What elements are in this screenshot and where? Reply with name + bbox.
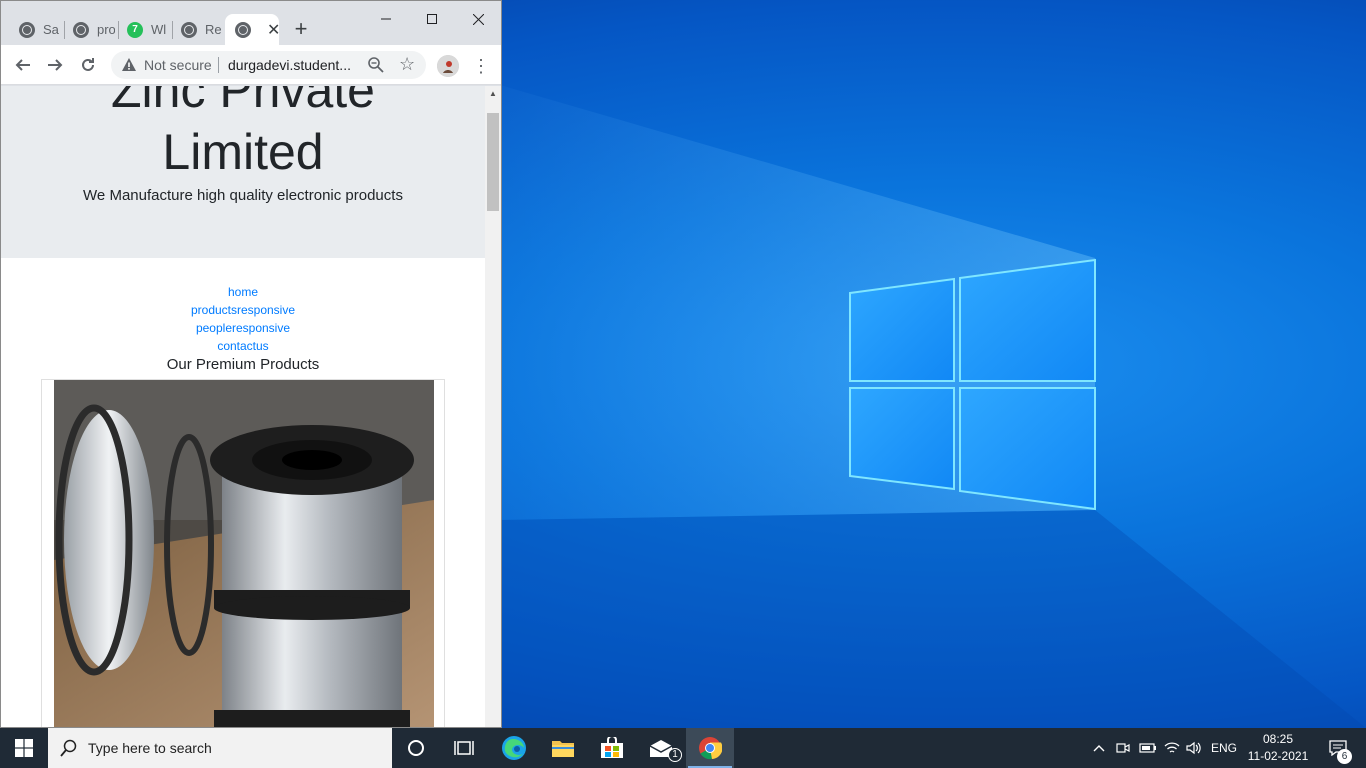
store-bag-icon xyxy=(601,737,623,758)
scroll-up-arrow-icon[interactable]: ▲ xyxy=(485,86,501,102)
minimize-button[interactable] xyxy=(363,1,409,37)
taskbar-search-box[interactable]: Type here to search xyxy=(48,728,392,768)
chrome-button[interactable] xyxy=(686,728,734,768)
browser-toolbar: Not secure durgadevi.student... ☆ ⋮ xyxy=(1,45,501,85)
battery-button[interactable] xyxy=(1136,728,1160,768)
product-image xyxy=(54,380,434,727)
forward-arrow-icon xyxy=(48,59,63,71)
page-title-line2: Limited xyxy=(162,124,324,180)
tab-label: Sa xyxy=(43,22,59,37)
close-window-button[interactable] xyxy=(455,1,501,37)
page-viewport: Zinc Private Limited We Manufacture high… xyxy=(1,86,501,727)
search-placeholder: Type here to search xyxy=(88,740,212,756)
section-title: Our Premium Products xyxy=(166,356,320,373)
chevron-up-icon xyxy=(1093,745,1105,752)
edge-browser-button[interactable] xyxy=(490,728,538,768)
clock-time: 08:25 xyxy=(1262,732,1294,746)
zoom-out-icon[interactable] xyxy=(367,56,385,74)
action-center-button[interactable]: 6 xyxy=(1318,728,1358,768)
browser-window: Sa pro 7 Wl Re ✕ + xyxy=(0,0,502,728)
globe-icon xyxy=(19,21,35,38)
battery-icon xyxy=(1139,743,1156,753)
tab-label: Wl xyxy=(151,22,167,37)
network-button[interactable] xyxy=(1161,728,1183,768)
jumbotron: Zinc Private Limited We Manufacture high… xyxy=(1,86,485,258)
minimize-icon xyxy=(381,18,391,20)
page-title-line1: Zinc Private xyxy=(111,86,375,118)
scroll-thumb[interactable] xyxy=(487,113,499,211)
mail-badge: 1 xyxy=(668,748,682,762)
clock-date: 11-02-2021 xyxy=(1247,749,1309,763)
file-explorer-button[interactable] xyxy=(539,728,587,768)
meet-now-button[interactable] xyxy=(1112,728,1134,768)
volume-button[interactable] xyxy=(1183,728,1205,768)
tab-label: pro xyxy=(97,22,115,37)
language-indicator[interactable]: ENG xyxy=(1206,728,1242,768)
tab-4[interactable]: Re xyxy=(171,14,223,45)
tab-strip: Sa pro 7 Wl Re ✕ + xyxy=(1,1,501,45)
back-button[interactable] xyxy=(11,53,35,77)
store-button[interactable] xyxy=(588,728,636,768)
clock[interactable]: 08:25 11-02-2021 xyxy=(1246,731,1310,765)
show-hidden-icons-button[interactable] xyxy=(1088,728,1110,768)
tab-3[interactable]: 7 Wl xyxy=(117,14,169,45)
wifi-icon xyxy=(1164,742,1180,753)
warning-icon xyxy=(122,58,136,71)
cortana-circle-icon xyxy=(408,740,424,756)
globe-icon xyxy=(73,21,89,38)
folder-icon xyxy=(552,741,574,757)
bookmark-star-icon[interactable]: ☆ xyxy=(399,54,415,75)
task-view-button[interactable] xyxy=(440,728,488,768)
reload-icon xyxy=(82,58,94,71)
nav-link-home[interactable]: home xyxy=(1,285,485,299)
maximize-button[interactable] xyxy=(409,1,455,37)
start-button[interactable] xyxy=(0,728,48,768)
camera-icon xyxy=(1116,743,1130,753)
reload-button[interactable] xyxy=(76,53,100,77)
tab-label: Re xyxy=(205,22,222,37)
globe-icon xyxy=(235,21,251,38)
url-text[interactable]: durgadevi.student... xyxy=(228,57,351,73)
avatar-icon xyxy=(437,55,459,77)
close-icon xyxy=(472,13,484,25)
globe-icon xyxy=(181,21,197,38)
forward-button[interactable] xyxy=(43,53,67,77)
nav-link-people[interactable]: peopleresponsive xyxy=(1,321,485,335)
address-bar[interactable]: Not secure durgadevi.student... ☆ xyxy=(111,51,426,79)
back-arrow-icon xyxy=(15,59,30,71)
search-icon xyxy=(60,739,77,757)
edge-icon xyxy=(502,736,526,760)
speaker-icon xyxy=(1186,741,1201,755)
profile-avatar[interactable] xyxy=(437,55,459,77)
mail-button[interactable]: 1 xyxy=(637,728,685,768)
close-tab-icon[interactable]: ✕ xyxy=(267,20,279,40)
chrome-icon xyxy=(699,737,722,760)
task-view-icon xyxy=(454,741,474,755)
page-scrollbar[interactable]: ▲ xyxy=(485,86,501,727)
maximize-icon xyxy=(427,14,437,24)
page-subtitle: We Manufacture high quality electronic p… xyxy=(83,187,403,204)
notification-badge: 6 xyxy=(1337,749,1352,764)
green-badge-icon: 7 xyxy=(127,21,143,38)
tab-active[interactable]: ✕ xyxy=(225,14,279,45)
new-tab-button[interactable]: + xyxy=(290,18,312,40)
browser-menu-button[interactable]: ⋮ xyxy=(471,55,491,77)
product-card xyxy=(41,379,445,727)
cortana-button[interactable] xyxy=(392,728,440,768)
taskbar: Type here to search 1 ENG 08:25 11-02-20… xyxy=(0,728,1366,768)
windows-logo-icon xyxy=(15,739,33,757)
security-label[interactable]: Not secure xyxy=(144,57,212,73)
nav-link-contact[interactable]: contactus xyxy=(1,339,485,353)
nav-link-products[interactable]: productsresponsive xyxy=(1,303,485,317)
divider xyxy=(218,57,219,73)
tab-1[interactable]: Sa xyxy=(9,14,61,45)
tab-2[interactable]: pro xyxy=(63,14,115,45)
